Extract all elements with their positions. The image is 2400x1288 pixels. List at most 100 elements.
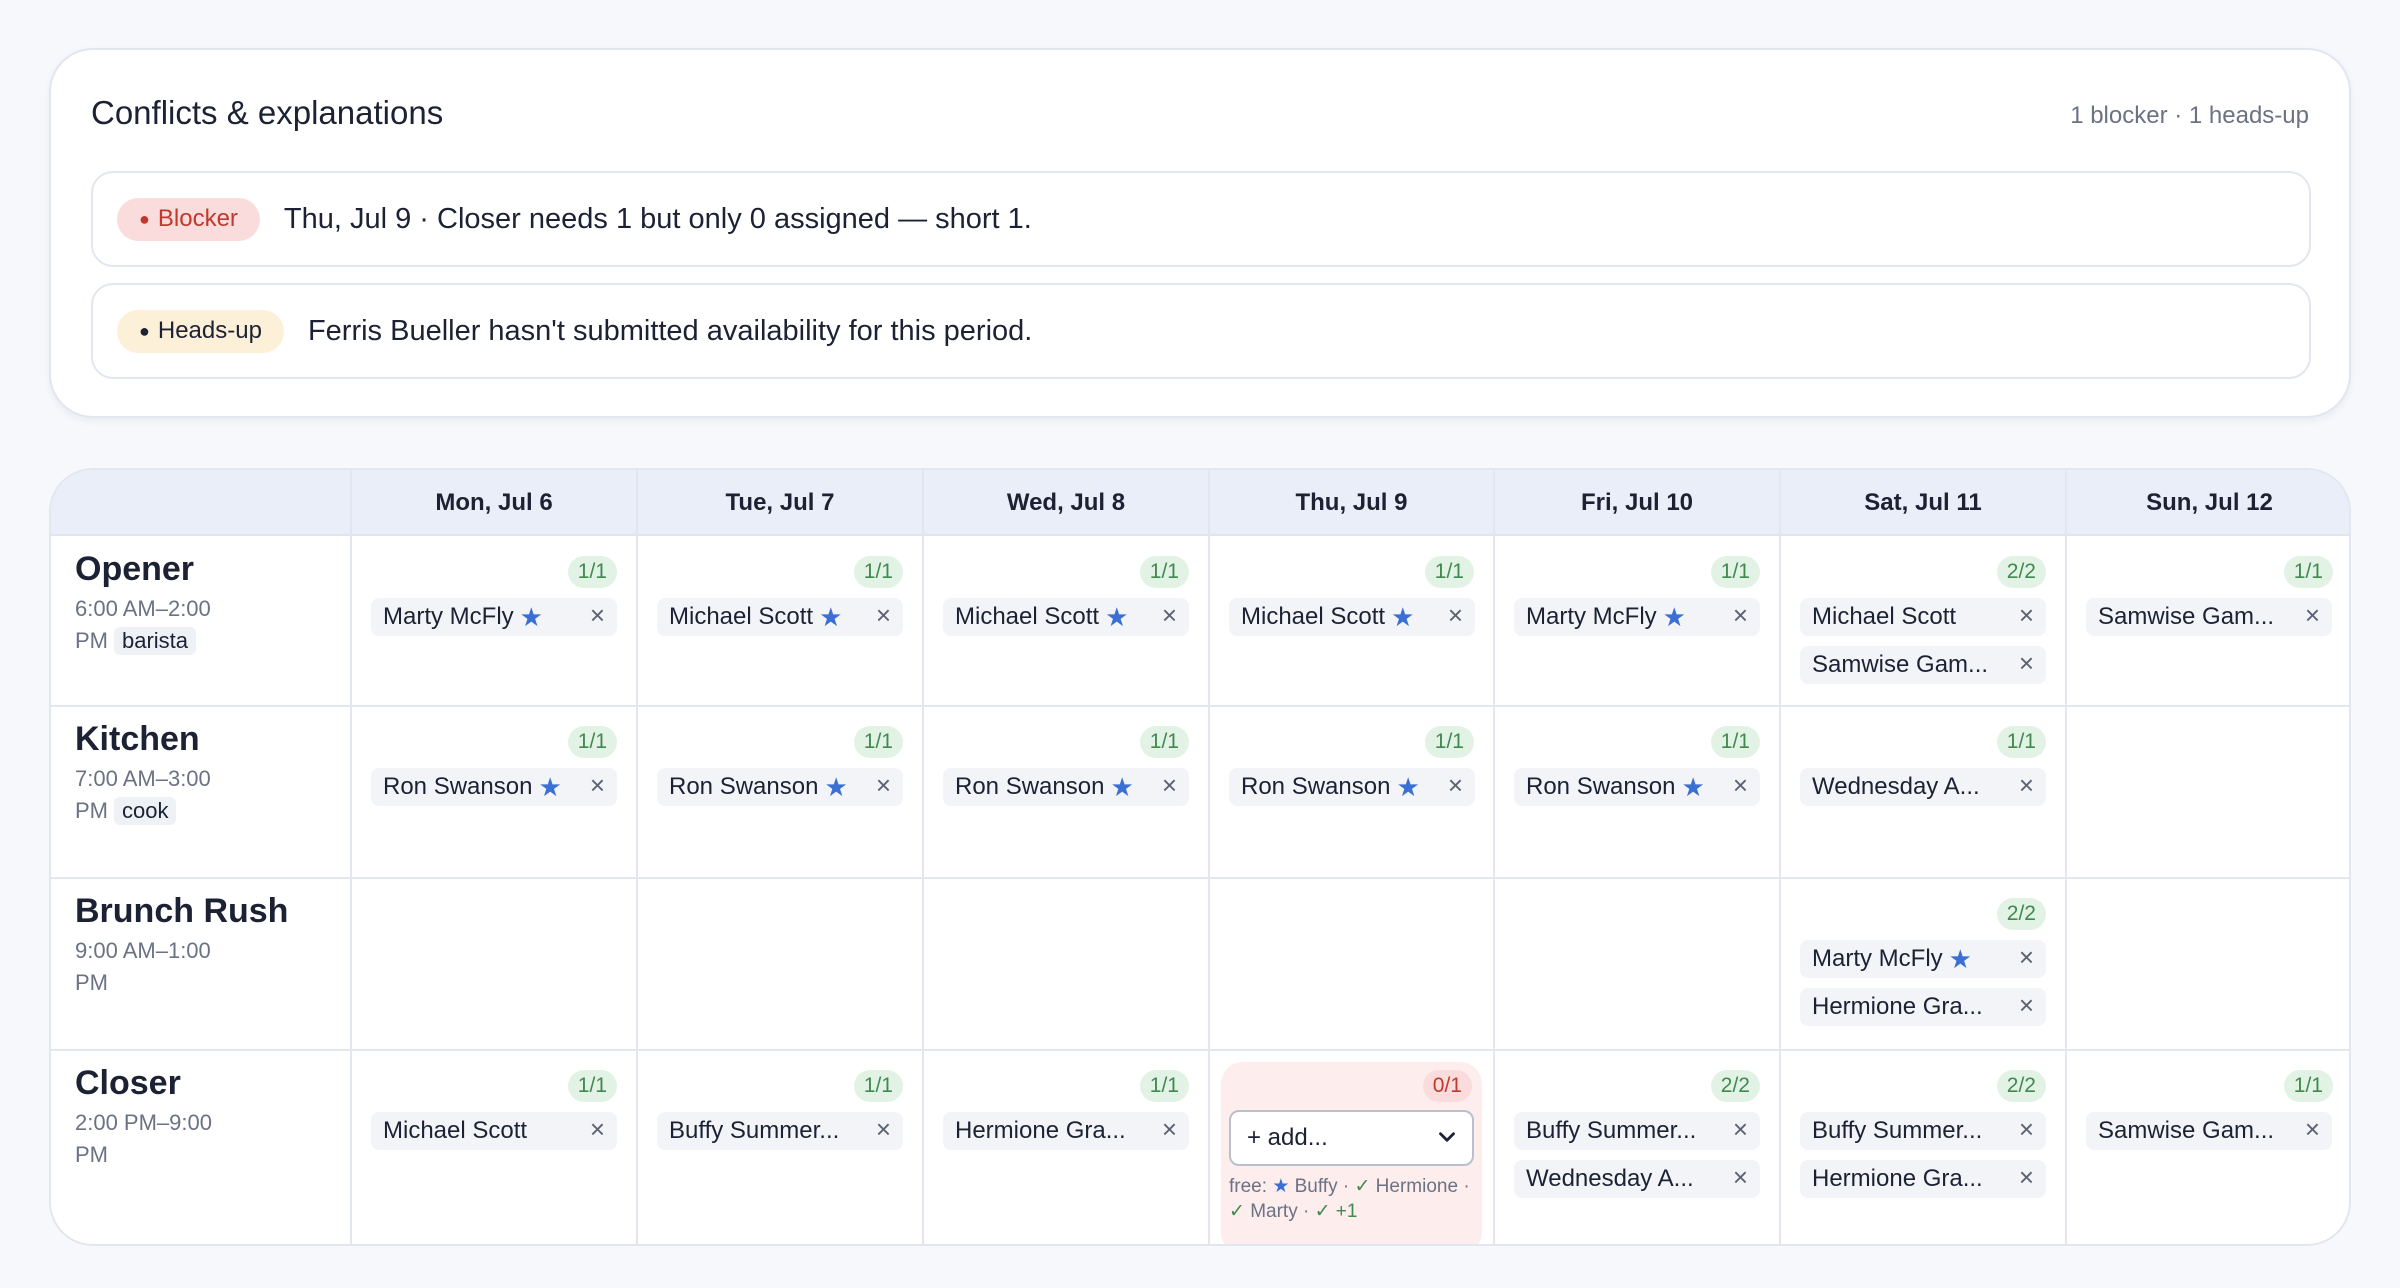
assignee-chip[interactable]: Michael Scott ×	[1800, 598, 2046, 636]
shift-label-kitchen: Kitchen 7:00 AM–3:00 PM cook	[75, 720, 235, 827]
star-icon: ★	[819, 601, 843, 632]
assignee-chip[interactable]: Michael Scott ★ ×	[1229, 598, 1475, 636]
close-icon[interactable]: ×	[2305, 600, 2320, 631]
star-icon: ★	[1396, 771, 1420, 802]
assignee-name: Marty McFly	[1526, 603, 1657, 630]
assignee-chip[interactable]: Buffy Summer... ×	[1514, 1112, 1760, 1150]
assignee-chip[interactable]: Michael Scott ★ ×	[657, 598, 903, 636]
assignee-name: Wednesday A...	[1526, 1165, 1694, 1192]
assignee-chip[interactable]: Ron Swanson ★ ×	[1229, 768, 1475, 806]
assignee-chip[interactable]: Michael Scott ×	[371, 1112, 617, 1150]
close-icon[interactable]: ×	[1733, 1114, 1748, 1145]
close-icon[interactable]: ×	[2019, 770, 2034, 801]
star-icon: ★	[538, 771, 562, 802]
close-icon[interactable]: ×	[2019, 1162, 2034, 1193]
close-icon[interactable]: ×	[2019, 990, 2034, 1021]
assignee-name: Samwise Gam...	[2098, 1117, 2275, 1144]
assignee-name: Hermione Gra...	[1812, 1165, 1983, 1192]
free-name: Marty ·	[1250, 1201, 1315, 1222]
close-icon[interactable]: ×	[1733, 600, 1748, 631]
coverage-badge: 1/1	[1424, 726, 1474, 758]
shift-time: 2:00 PM–9:00 PM	[75, 1110, 212, 1167]
free-label: free:	[1229, 1176, 1273, 1197]
badge-label: Heads-up	[157, 317, 262, 344]
assignee-chip[interactable]: Samwise Gam... ×	[2086, 1112, 2332, 1150]
close-icon[interactable]: ×	[590, 770, 605, 801]
assignee-name: Marty McFly	[1812, 945, 1943, 972]
add-select-label: + add...	[1247, 1124, 1328, 1151]
coverage-badge: 2/2	[1710, 1070, 1760, 1102]
close-icon[interactable]: ×	[1162, 600, 1177, 631]
shift-cell: 2/2 Buffy Summer... × Wednesday A... ×	[1494, 1050, 1780, 1244]
assignee-chip[interactable]: Samwise Gam... ×	[2086, 598, 2332, 636]
assignee-name: Wednesday A...	[1812, 773, 1980, 800]
close-icon[interactable]: ×	[2305, 1114, 2320, 1145]
close-icon[interactable]: ×	[1448, 770, 1463, 801]
coverage-badge: 1/1	[567, 726, 617, 758]
assignee-chip[interactable]: Buffy Summer... ×	[657, 1112, 903, 1150]
assignee-chip[interactable]: Wednesday A... ×	[1514, 1160, 1760, 1198]
assignee-chip[interactable]: Samwise Gam... ×	[1800, 646, 2046, 684]
close-icon[interactable]: ×	[876, 1114, 891, 1145]
close-icon[interactable]: ×	[1448, 600, 1463, 631]
shift-cell: 1/1 Michael Scott ×	[351, 1050, 637, 1244]
assignee-chip[interactable]: Michael Scott ★ ×	[943, 598, 1189, 636]
close-icon[interactable]: ×	[590, 600, 605, 631]
close-icon[interactable]: ×	[2019, 942, 2034, 973]
heads-up-badge: ● Heads-up	[117, 309, 284, 353]
close-icon[interactable]: ×	[1162, 770, 1177, 801]
conflict-item-heads-up[interactable]: ● Heads-up Ferris Bueller hasn't submitte…	[91, 283, 2311, 379]
assignee-chip[interactable]: Hermione Gra... ×	[1800, 1160, 2046, 1198]
conflict-item-blocker[interactable]: ● Blocker Thu, Jul 9 · Closer needs 1 but…	[91, 171, 2311, 267]
shift-cell: 2/2 Buffy Summer... × Hermione Gra... ×	[1780, 1050, 2066, 1244]
close-icon[interactable]: ×	[1733, 770, 1748, 801]
coverage-badge: 1/1	[1139, 1070, 1189, 1102]
close-icon[interactable]: ×	[876, 600, 891, 631]
more-count: +1	[1335, 1201, 1358, 1222]
conflicts-panel: Conflicts & explanations 1 blocker · 1 h…	[49, 48, 2351, 418]
star-icon: ★	[1272, 1176, 1295, 1197]
role-tag: cook	[114, 797, 177, 825]
free-availability-note: free: ★ Buffy · ✓ Hermione · ✓ Marty · ✓…	[1229, 1174, 1474, 1224]
day-header: Sat, Jul 11	[1864, 489, 1982, 516]
star-icon: ★	[1662, 601, 1686, 632]
conflicts-title: Conflicts & explanations	[91, 94, 444, 131]
assignee-chip[interactable]: Buffy Summer... ×	[1800, 1112, 2046, 1150]
dot-icon: ●	[139, 320, 150, 341]
add-assignee-select[interactable]: + add...	[1229, 1110, 1474, 1166]
shift-time: 9:00 AM–1:00 PM	[75, 938, 211, 995]
assignee-name: Michael Scott	[1812, 603, 1957, 630]
close-icon[interactable]: ×	[876, 770, 891, 801]
assignee-chip[interactable]: Marty McFly ★ ×	[371, 598, 617, 636]
assignee-chip[interactable]: Hermione Gra... ×	[1800, 988, 2046, 1026]
close-icon[interactable]: ×	[2019, 600, 2034, 631]
assignee-chip[interactable]: Wednesday A... ×	[1800, 768, 2046, 806]
assignee-chip[interactable]: Hermione Gra... ×	[943, 1112, 1189, 1150]
shift-time: 6:00 AM–2:00 PM barista	[75, 596, 211, 655]
coverage-badge: 1/1	[2283, 1070, 2333, 1102]
assignee-name: Ron Swanson	[955, 773, 1105, 800]
shift-label-brunch: Brunch Rush 9:00 AM–1:00 PM	[75, 892, 288, 999]
assignee-name: Hermione Gra...	[955, 1117, 1126, 1144]
day-header: Tue, Jul 7	[725, 489, 835, 516]
assignee-chip[interactable]: Marty McFly ★ ×	[1800, 940, 2046, 978]
close-icon[interactable]: ×	[590, 1114, 605, 1145]
close-icon[interactable]: ×	[1733, 1162, 1748, 1193]
assignee-chip[interactable]: Marty McFly ★ ×	[1514, 598, 1760, 636]
star-icon: ★	[519, 601, 543, 632]
shift-cell: 1/1 Ron Swanson ★ ×	[1209, 706, 1494, 878]
star-icon: ★	[1681, 771, 1705, 802]
assignee-chip[interactable]: Ron Swanson ★ ×	[1514, 768, 1760, 806]
assignee-name: Buffy Summer...	[669, 1117, 840, 1144]
close-icon[interactable]: ×	[2019, 1114, 2034, 1145]
day-header: Wed, Jul 8	[1006, 489, 1126, 516]
role-tag: barista	[114, 627, 197, 655]
shift-cell: 0/1 + add... free: ★ Buffy · ✓ Hermione · …	[1209, 1050, 1494, 1244]
close-icon[interactable]: ×	[1162, 1114, 1177, 1145]
assignee-chip[interactable]: Ron Swanson ★ ×	[943, 768, 1189, 806]
assignee-chip[interactable]: Ron Swanson ★ ×	[657, 768, 903, 806]
shift-cell: 1/1 Buffy Summer... ×	[637, 1050, 923, 1244]
schedule-grid: Mon, Jul 6 Tue, Jul 7 Wed, Jul 8 Thu, Jul 9…	[49, 468, 2351, 1246]
close-icon[interactable]: ×	[2019, 648, 2034, 679]
assignee-chip[interactable]: Ron Swanson ★ ×	[371, 768, 617, 806]
